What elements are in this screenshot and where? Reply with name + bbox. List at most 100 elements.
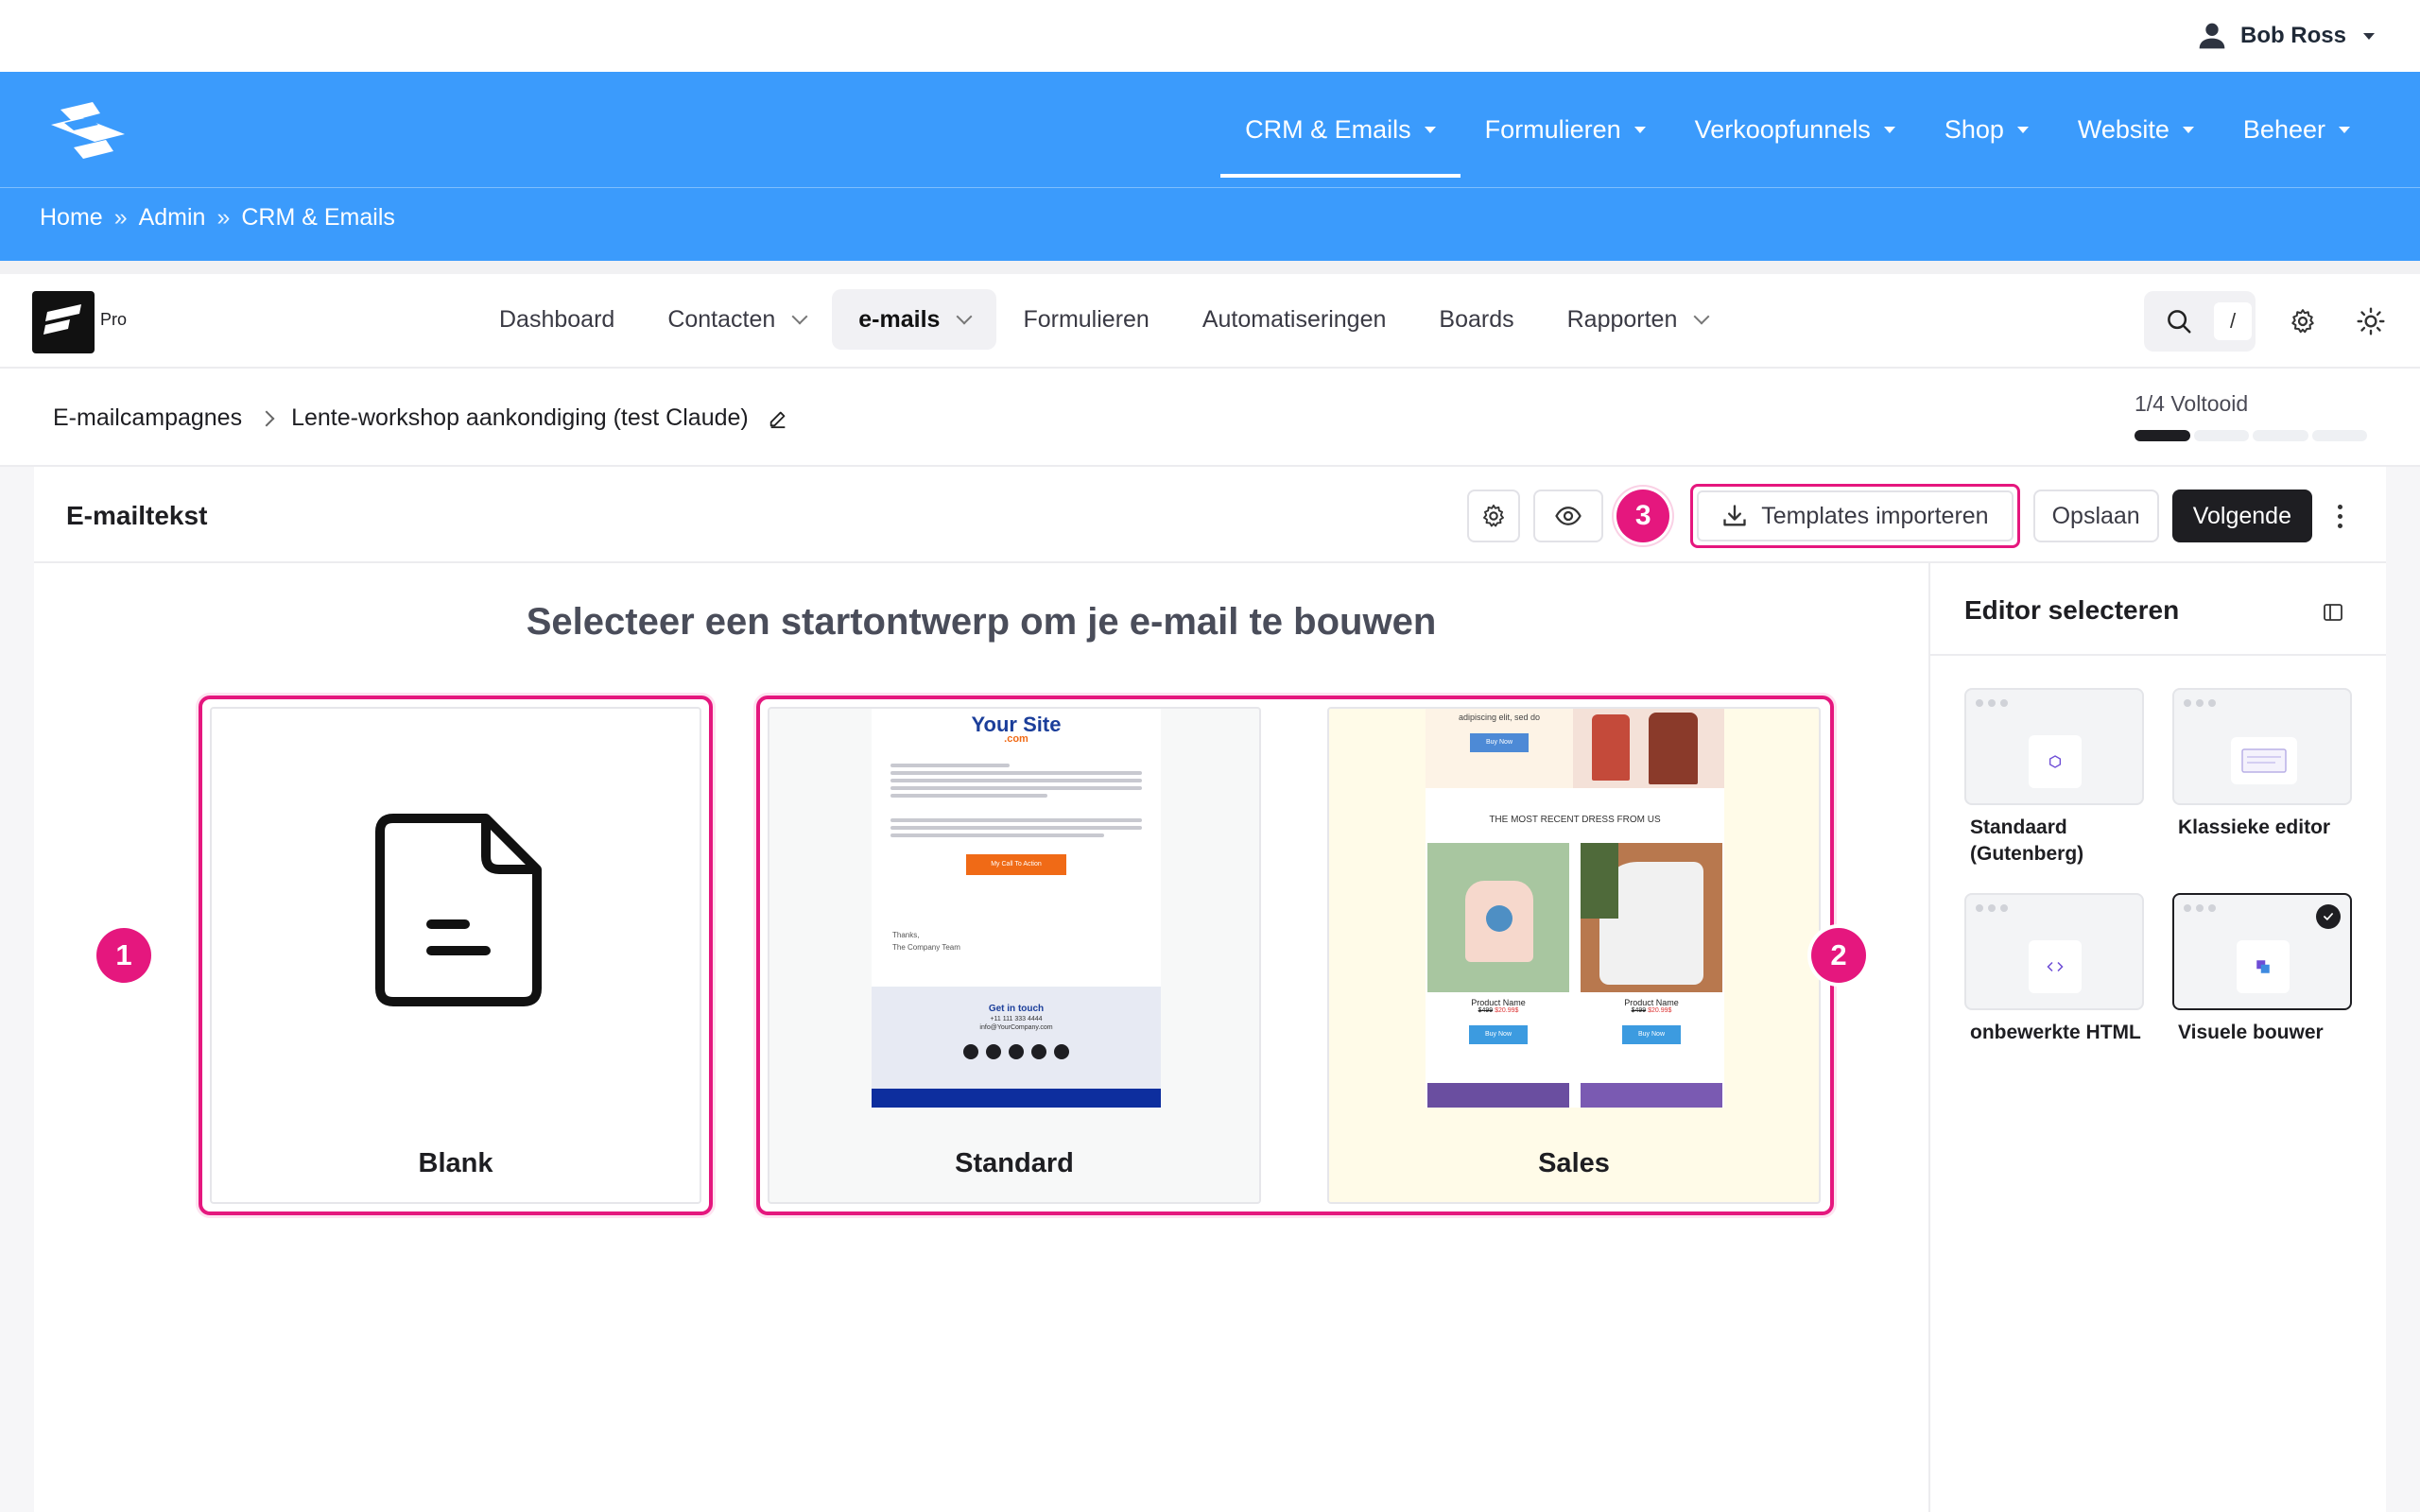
nav-website[interactable]: Website <box>2053 72 2219 187</box>
user-menu[interactable]: Bob Ross <box>2197 19 2375 53</box>
campaigns-link[interactable]: E-mailcampagnes <box>53 404 242 432</box>
sales-hero-image <box>1573 709 1724 788</box>
template-card-standard[interactable]: Your Site .com My Call To Action Thanks, … <box>768 707 1261 1204</box>
sales-buy-button: Buy Now <box>1622 1025 1681 1044</box>
theme-toggle[interactable] <box>2350 301 2392 342</box>
nav-verkoopfunnels[interactable]: Verkoopfunnels <box>1670 72 1920 187</box>
sales-headline: THE MOST RECENT DRESS FROM US <box>1489 815 1661 825</box>
tab-formulieren[interactable]: Formulieren <box>996 289 1175 350</box>
app: Pro Dashboard Contacten e-mails Formulie… <box>0 274 2420 1512</box>
caret-down-icon <box>2016 126 2029 133</box>
editor-thumbnail <box>1964 688 2144 805</box>
template-card-blank[interactable]: Blank <box>210 707 701 1204</box>
main-nav: CRM & Emails Formulieren Verkoopfunnels … <box>1220 72 2375 187</box>
progress-step <box>2311 430 2367 441</box>
chevron-down-icon <box>956 308 973 325</box>
sales-product-old-price: $499 <box>1478 1007 1494 1014</box>
sales-buy-label: Buy Now <box>1484 1031 1512 1038</box>
editor-thumbnail <box>2172 688 2352 805</box>
sales-buy-label: Buy Now <box>1637 1031 1665 1038</box>
nav-crm-emails[interactable]: CRM & Emails <box>1220 72 1461 187</box>
sales-product-image-4 <box>1581 1083 1722 1108</box>
next-button[interactable]: Volgende <box>2171 490 2312 542</box>
nav-label: Website <box>2077 114 2169 144</box>
sales-buy-button: Buy Now <box>1469 1025 1528 1044</box>
preview-cta-button: My Call To Action <box>966 854 1066 875</box>
progress-steps <box>2135 430 2367 441</box>
code-icon <box>2047 961 2064 971</box>
breadcrumb: Home » Admin » CRM & Emails <box>40 204 395 232</box>
search-button[interactable]: / <box>2144 291 2256 352</box>
email-settings-button[interactable] <box>1467 490 1521 542</box>
annotation-badge-2: 2 <box>1811 928 1866 983</box>
breadcrumb-crm-emails[interactable]: CRM & Emails <box>241 204 395 232</box>
tab-label: Contacten <box>667 305 776 333</box>
site-header: CRM & Emails Formulieren Verkoopfunnels … <box>0 72 2420 261</box>
gear-icon <box>2291 309 2314 334</box>
caret-down-icon <box>1883 126 1895 133</box>
sales-product-name: Product Name <box>1624 998 1679 1007</box>
editor-option-label: Visuele bouwer <box>2178 1021 2324 1043</box>
tab-label: Rapporten <box>1566 305 1678 333</box>
sun-icon <box>2357 307 2385 335</box>
caret-down-icon <box>2339 126 2350 133</box>
caret-down-icon <box>1634 126 1646 133</box>
editor-option-classic[interactable]: Klassieke editor <box>2172 688 2352 868</box>
caret-down-icon <box>2182 126 2194 133</box>
block-icon <box>2049 755 2061 768</box>
template-card-sales[interactable]: adipiscing elit, sed do Buy Now THE MOST… <box>1327 707 1821 1204</box>
progress-step <box>2253 430 2308 441</box>
standard-preview: Your Site .com My Call To Action Thanks, … <box>872 709 1161 1108</box>
site-logo[interactable] <box>43 96 130 164</box>
nav-shop[interactable]: Shop <box>1920 72 2053 187</box>
nav-label: CRM & Emails <box>1245 114 1411 144</box>
tab-rapporten[interactable]: Rapporten <box>1541 289 1735 350</box>
breadcrumb-home[interactable]: Home <box>40 204 103 232</box>
save-button[interactable]: Opslaan <box>2032 490 2159 542</box>
sales-product-image-3 <box>1427 1083 1569 1108</box>
tab-emails[interactable]: e-mails <box>832 289 997 350</box>
editor-option-gutenberg[interactable]: Standaard (Gutenberg) <box>1964 688 2144 868</box>
nav-formulieren[interactable]: Formulieren <box>1461 72 1670 187</box>
editor-option-visual-builder[interactable]: Visuele bouwer <box>2172 892 2352 1046</box>
sales-preview: adipiscing elit, sed do Buy Now THE MOST… <box>1426 709 1724 1108</box>
template-heading: Selecteer een startontwerp om je e-mail … <box>526 601 1437 643</box>
editor-sidebar-title: Editor selecteren <box>1964 595 2180 625</box>
tab-label: e-mails <box>858 305 941 333</box>
preview-bottom-bar <box>872 1089 1161 1108</box>
sidebar-toggle-icon[interactable] <box>2322 601 2344 624</box>
preview-sign: Thanks, <box>892 931 920 939</box>
email-body-panel: E-mailtekst 3 Templates importeren Opsla… <box>34 467 2386 1512</box>
preview-button[interactable] <box>1533 490 1604 542</box>
sales-product-price: $20.99$ <box>1648 1007 1672 1014</box>
templates-highlight: Your Site .com My Call To Action Thanks, … <box>756 696 1834 1215</box>
breadcrumb-admin[interactable]: Admin <box>139 204 206 232</box>
nav-beheer[interactable]: Beheer <box>2219 72 2375 187</box>
preview-footer: Get in touch +11 111 333 4444 info@YourC… <box>872 987 1161 1089</box>
editor-option-raw-html[interactable]: onbewerkte HTML <box>1964 892 2144 1046</box>
edit-icon[interactable] <box>768 408 788 429</box>
sales-product-price: $20.99$ <box>1495 1007 1519 1014</box>
tab-dashboard[interactable]: Dashboard <box>473 289 641 350</box>
import-templates-button[interactable]: Templates importeren <box>1697 490 2014 541</box>
chevron-down-icon <box>1693 308 1710 325</box>
editor-option-label: Klassieke editor <box>2178 816 2331 838</box>
blank-highlight: Blank <box>199 696 713 1215</box>
tab-boards[interactable]: Boards <box>1412 289 1540 350</box>
progress-step <box>2135 430 2190 441</box>
campaign-header: E-mailcampagnes Lente-workshop aankondig… <box>0 369 2420 467</box>
template-label: Standard <box>955 1148 1074 1178</box>
editor-sidebar-header: Editor selecteren <box>1930 563 2386 656</box>
preview-signature: The Company Team <box>892 942 960 952</box>
more-options-icon[interactable] <box>2325 504 2354 528</box>
plan-label: Pro <box>100 310 128 329</box>
tab-automatiseringen[interactable]: Automatiseringen <box>1176 289 1413 350</box>
progress-label: 1/4 Voltooid <box>2135 391 2249 416</box>
classic-editor-icon <box>2241 748 2287 773</box>
app-logo[interactable] <box>32 291 95 353</box>
settings-button[interactable] <box>2282 301 2324 342</box>
search-icon <box>2168 310 2191 334</box>
nav-label: Verkoopfunnels <box>1694 114 1871 144</box>
tab-contacten[interactable]: Contacten <box>641 289 832 350</box>
sales-product-image-2 <box>1581 843 1722 992</box>
